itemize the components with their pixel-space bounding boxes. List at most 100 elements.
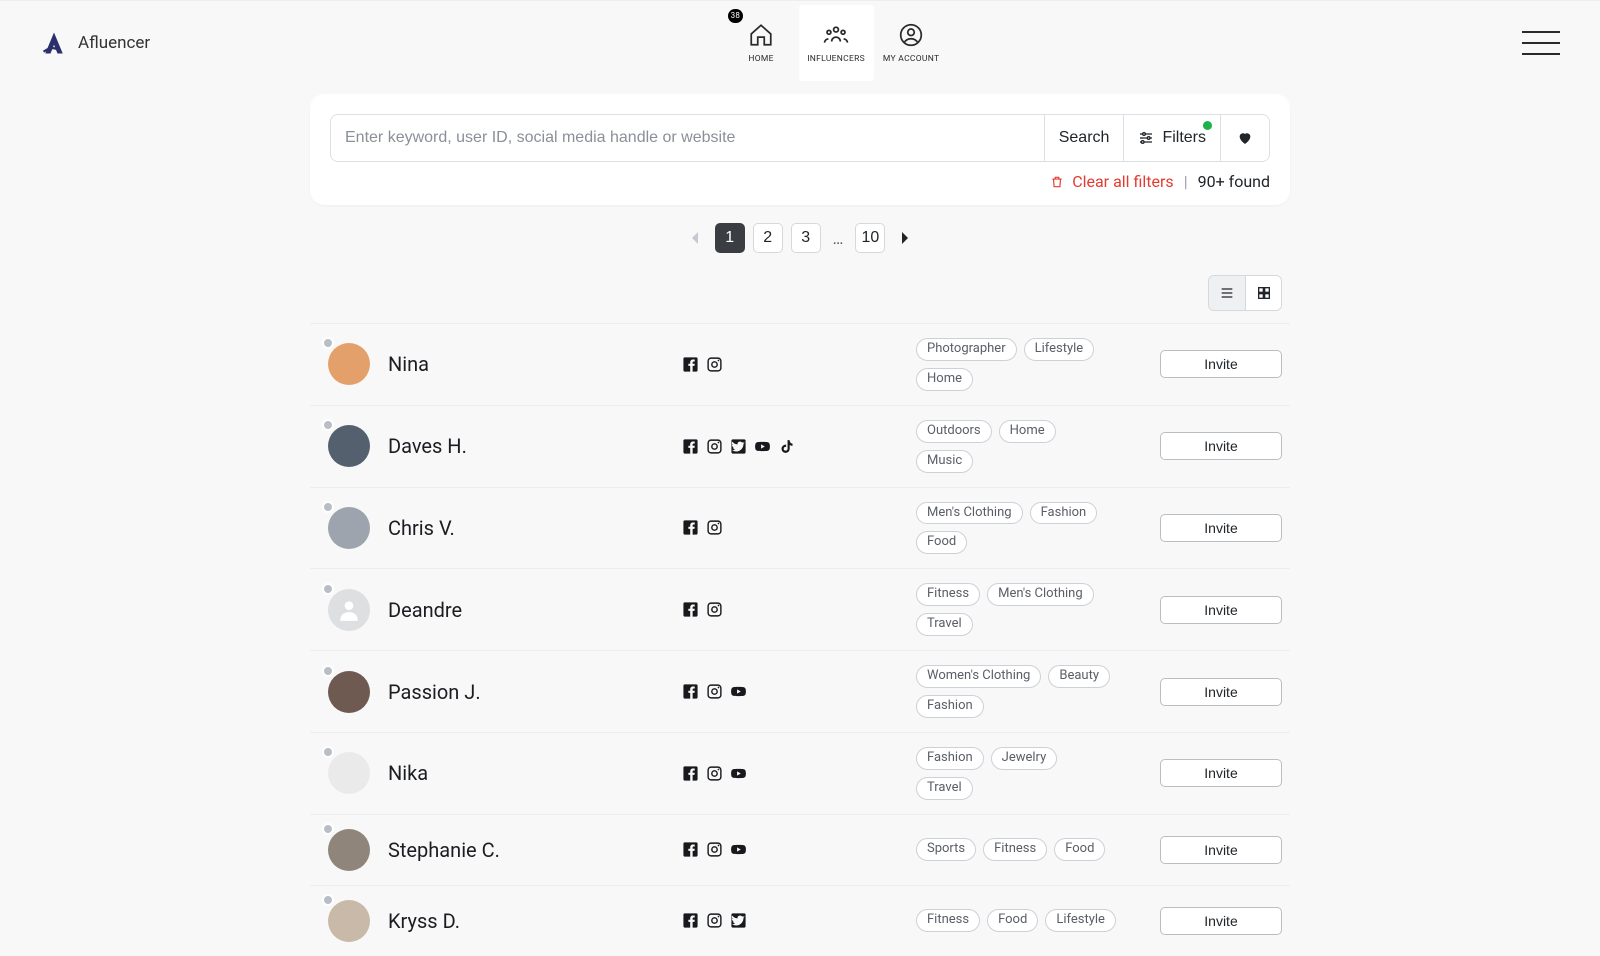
instagram-link[interactable]	[706, 356, 723, 373]
tag[interactable]: Fashion	[916, 695, 984, 718]
facebook-icon	[682, 683, 699, 700]
facebook-link[interactable]	[682, 601, 699, 618]
invite-button[interactable]: Invite	[1160, 759, 1282, 787]
filters-button[interactable]: Filters	[1123, 115, 1220, 161]
tag[interactable]: Food	[916, 531, 967, 554]
influencer-name[interactable]: Deandre	[388, 598, 668, 622]
invite-button[interactable]: Invite	[1160, 678, 1282, 706]
menu-button[interactable]	[1522, 31, 1560, 55]
tag[interactable]: Beauty	[1048, 665, 1110, 688]
facebook-link[interactable]	[682, 519, 699, 536]
influencer-row[interactable]: Passion J. Women's Clothing Beauty Fashion I…	[310, 650, 1290, 732]
page-1[interactable]: 1	[715, 223, 745, 253]
instagram-link[interactable]	[706, 765, 723, 782]
page-10[interactable]: 10	[855, 223, 885, 253]
instagram-link[interactable]	[706, 683, 723, 700]
avatar[interactable]	[328, 900, 370, 942]
tag[interactable]: Photographer	[916, 338, 1017, 361]
search-input[interactable]	[331, 115, 1044, 161]
invite-button[interactable]: Invite	[1160, 836, 1282, 864]
influencer-name[interactable]: Daves H.	[388, 434, 668, 458]
facebook-link[interactable]	[682, 912, 699, 929]
influencer-name[interactable]: Passion J.	[388, 680, 668, 704]
tag[interactable]: Jewelry	[991, 747, 1058, 770]
top-header: Afluencer 38 HOME INFLUENCERS	[0, 0, 1600, 84]
youtube-link[interactable]	[730, 765, 747, 782]
facebook-link[interactable]	[682, 438, 699, 455]
page-3[interactable]: 3	[791, 223, 821, 253]
facebook-link[interactable]	[682, 841, 699, 858]
tag[interactable]: Women's Clothing	[916, 665, 1041, 688]
avatar[interactable]	[328, 671, 370, 713]
youtube-link[interactable]	[730, 683, 747, 700]
influencer-name[interactable]: Stephanie C.	[388, 838, 668, 862]
tag[interactable]: Travel	[916, 777, 973, 800]
influencer-name[interactable]: Chris V.	[388, 516, 668, 540]
influencer-row[interactable]: Chris V. Men's Clothing Fashion Food Invite	[310, 487, 1290, 569]
influencer-row[interactable]: Kryss D. Fitness Food Lifestyle Invite	[310, 885, 1290, 956]
page-next[interactable]	[893, 223, 917, 253]
nav-account[interactable]: MY ACCOUNT	[874, 5, 949, 81]
avatar[interactable]	[328, 589, 370, 631]
tag[interactable]: Home	[999, 420, 1056, 443]
avatar[interactable]	[328, 425, 370, 467]
influencer-row[interactable]: Deandre Fitness Men's Clothing Travel Invite	[310, 568, 1290, 650]
nav-home-label: HOME	[748, 54, 773, 64]
page-prev[interactable]	[683, 223, 707, 253]
tag[interactable]: Fitness	[983, 838, 1047, 861]
avatar[interactable]	[328, 752, 370, 794]
youtube-link[interactable]	[754, 438, 771, 455]
grid-view-button[interactable]	[1245, 276, 1281, 310]
tag[interactable]: Lifestyle	[1024, 338, 1095, 361]
tag[interactable]: Home	[916, 368, 973, 391]
clear-filters-link[interactable]: Clear all filters	[1050, 172, 1174, 191]
influencer-row[interactable]: Nina Photographer Lifestyle Home Invite	[310, 323, 1290, 405]
instagram-link[interactable]	[706, 601, 723, 618]
facebook-link[interactable]	[682, 683, 699, 700]
facebook-link[interactable]	[682, 356, 699, 373]
page-2[interactable]: 2	[753, 223, 783, 253]
twitter-link[interactable]	[730, 438, 747, 455]
tag[interactable]: Travel	[916, 613, 973, 636]
tag[interactable]: Fashion	[916, 747, 984, 770]
tag[interactable]: Fitness	[916, 909, 980, 932]
tag[interactable]: Sports	[916, 838, 976, 861]
nav-influencers[interactable]: INFLUENCERS	[799, 5, 874, 81]
avatar[interactable]	[328, 343, 370, 385]
tag[interactable]: Fitness	[916, 583, 980, 606]
invite-button[interactable]: Invite	[1160, 350, 1282, 378]
instagram-link[interactable]	[706, 438, 723, 455]
favorites-button[interactable]	[1220, 115, 1269, 161]
tag[interactable]: Lifestyle	[1045, 909, 1116, 932]
instagram-link[interactable]	[706, 519, 723, 536]
twitter-link[interactable]	[730, 912, 747, 929]
influencer-row[interactable]: Daves H. Outdoors Home Music Invite	[310, 405, 1290, 487]
tag[interactable]: Outdoors	[916, 420, 992, 443]
tag[interactable]: Men's Clothing	[916, 502, 1023, 525]
instagram-link[interactable]	[706, 841, 723, 858]
invite-button[interactable]: Invite	[1160, 596, 1282, 624]
influencer-row[interactable]: Nika Fashion Jewelry Travel Invite	[310, 732, 1290, 814]
facebook-link[interactable]	[682, 765, 699, 782]
influencer-name[interactable]: Nina	[388, 352, 668, 376]
influencer-name[interactable]: Nika	[388, 761, 668, 785]
brand[interactable]: Afluencer	[40, 29, 150, 57]
invite-button[interactable]: Invite	[1160, 514, 1282, 542]
tag[interactable]: Fashion	[1030, 502, 1098, 525]
invite-button[interactable]: Invite	[1160, 432, 1282, 460]
search-button[interactable]: Search	[1044, 115, 1124, 161]
instagram-link[interactable]	[706, 912, 723, 929]
avatar[interactable]	[328, 507, 370, 549]
avatar[interactable]	[328, 829, 370, 871]
youtube-link[interactable]	[730, 841, 747, 858]
influencer-name[interactable]: Kryss D.	[388, 909, 668, 933]
tag[interactable]: Food	[1054, 838, 1105, 861]
tiktok-link[interactable]	[778, 438, 795, 455]
nav-home[interactable]: 38 HOME	[724, 5, 799, 81]
invite-button[interactable]: Invite	[1160, 907, 1282, 935]
influencer-row[interactable]: Stephanie C. Sports Fitness Food Invite	[310, 814, 1290, 885]
tag[interactable]: Food	[987, 909, 1038, 932]
tag[interactable]: Men's Clothing	[987, 583, 1094, 606]
list-view-button[interactable]	[1209, 276, 1245, 310]
tag[interactable]: Music	[916, 450, 973, 473]
